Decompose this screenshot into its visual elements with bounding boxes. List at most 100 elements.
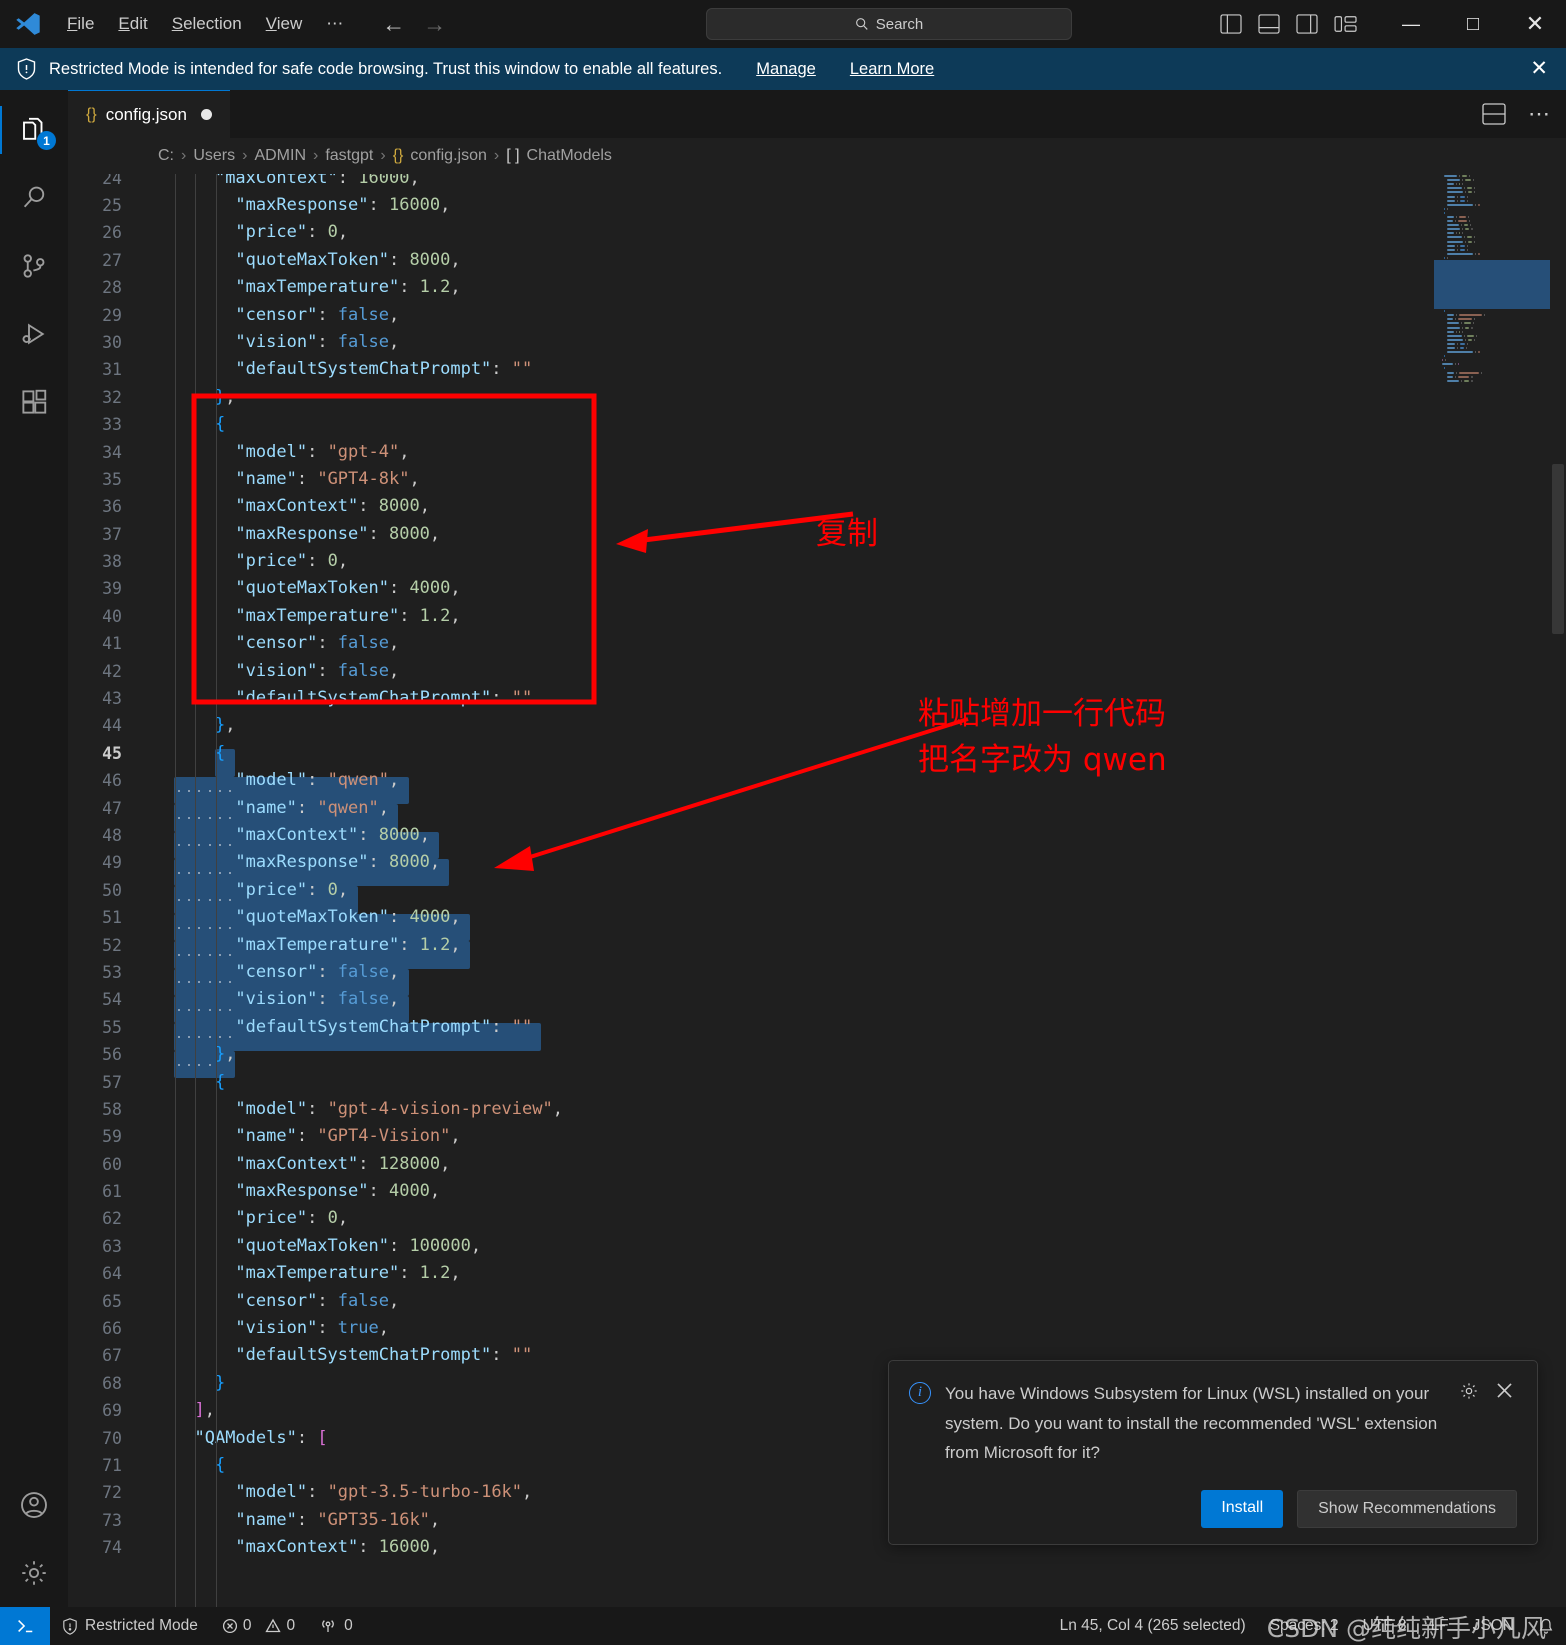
sidebar-item-source-control[interactable] <box>0 232 68 300</box>
code-line[interactable]: 35 "name": "GPT4-8k", <box>68 466 1566 493</box>
gear-icon[interactable] <box>1459 1381 1479 1401</box>
code-line[interactable]: 26 "price": 0, <box>68 219 1566 246</box>
code-line[interactable]: 34 "model": "gpt-4", <box>68 439 1566 466</box>
code-line[interactable]: 50 "price": 0, <box>68 877 1566 904</box>
sidebar-item-explorer[interactable]: 1 <box>0 96 68 164</box>
code-line[interactable]: 55 "defaultSystemChatPrompt": "" <box>68 1014 1566 1041</box>
code-line[interactable]: 43 "defaultSystemChatPrompt": "" <box>68 685 1566 712</box>
code-line[interactable]: 44 }, <box>68 712 1566 739</box>
code-line[interactable]: 49 "maxResponse": 8000, <box>68 849 1566 876</box>
toggle-secondary-sidebar-icon[interactable] <box>1296 14 1318 34</box>
whitespace-dot <box>178 953 180 956</box>
window-maximize-button[interactable]: □ <box>1442 0 1504 48</box>
code-line[interactable]: 46 "model": "qwen", <box>68 767 1566 794</box>
manage-settings-button[interactable] <box>0 1539 68 1607</box>
breadcrumb-item-4[interactable]: config.json <box>410 147 487 165</box>
banner-close-icon[interactable]: ✕ <box>1530 58 1548 79</box>
code-line[interactable]: 61 "maxResponse": 4000, <box>68 1178 1566 1205</box>
close-icon[interactable] <box>1495 1381 1514 1400</box>
split-editor-icon[interactable] <box>1482 103 1506 125</box>
menu-file[interactable]: File <box>56 9 105 39</box>
menu-selection[interactable]: Selection <box>161 9 253 39</box>
editor-scrollbar[interactable] <box>1550 174 1566 1607</box>
code-line[interactable]: 24 "maxContext": 16000, <box>68 174 1566 192</box>
line-content: "maxContext": 128000, <box>235 1153 451 1174</box>
sidebar-item-run-debug[interactable] <box>0 300 68 368</box>
tab-config-json[interactable]: {} config.json <box>68 90 230 138</box>
banner-learn-more-link[interactable]: Learn More <box>850 60 934 79</box>
code-line[interactable]: 57 { <box>68 1069 1566 1096</box>
code-line[interactable]: 63 "quoteMaxToken": 100000, <box>68 1233 1566 1260</box>
breadcrumb-item-2[interactable]: ADMIN <box>254 147 306 165</box>
status-cursor-position[interactable]: Ln 45, Col 4 (265 selected) <box>1048 1607 1258 1645</box>
code-line[interactable]: 32 }, <box>68 384 1566 411</box>
status-problems[interactable]: 0 0 <box>210 1607 307 1645</box>
code-line[interactable]: 27 "quoteMaxToken": 8000, <box>68 247 1566 274</box>
code-line[interactable]: 66 "vision": true, <box>68 1315 1566 1342</box>
show-recommendations-button[interactable]: Show Recommendations <box>1297 1490 1517 1528</box>
code-line[interactable]: 51 "quoteMaxToken": 4000, <box>68 904 1566 931</box>
code-line[interactable]: 64 "maxTemperature": 1.2, <box>68 1260 1566 1287</box>
code-line[interactable]: 47 "name": "qwen", <box>68 795 1566 822</box>
code-line[interactable]: 25 "maxResponse": 16000, <box>68 192 1566 219</box>
scrollbar-thumb[interactable] <box>1552 464 1564 634</box>
breadcrumb-item-5[interactable]: ChatModels <box>527 147 612 165</box>
code-line[interactable]: 28 "maxTemperature": 1.2, <box>68 274 1566 301</box>
code-line[interactable]: 40 "maxTemperature": 1.2, <box>68 603 1566 630</box>
breadcrumb-item-0[interactable]: C: <box>158 147 174 165</box>
code-line[interactable]: 58 "model": "gpt-4-vision-preview", <box>68 1096 1566 1123</box>
code-line[interactable]: 65 "censor": false, <box>68 1288 1566 1315</box>
code-line[interactable]: 54 "vision": false, <box>68 986 1566 1013</box>
accounts-button[interactable] <box>0 1471 68 1539</box>
code-editor[interactable]: 24 "maxContext": 16000, 25 "maxResponse":… <box>68 174 1566 1607</box>
status-restricted-mode[interactable]: Restricted Mode <box>50 1607 210 1645</box>
code-line[interactable]: 41 "censor": false, <box>68 630 1566 657</box>
status-ports[interactable]: 0 <box>307 1607 365 1645</box>
code-line[interactable]: 60 "maxContext": 128000, <box>68 1151 1566 1178</box>
code-line[interactable]: 38 "price": 0, <box>68 548 1566 575</box>
toggle-panel-icon[interactable] <box>1258 14 1280 34</box>
code-line[interactable]: 29 "censor": false, <box>68 302 1566 329</box>
status-encoding[interactable]: UTF-8 <box>1351 1607 1419 1645</box>
code-line[interactable]: 48 "maxContext": 8000, <box>68 822 1566 849</box>
code-line[interactable]: 37 "maxResponse": 8000, <box>68 521 1566 548</box>
install-button[interactable]: Install <box>1201 1490 1284 1528</box>
menu-edit[interactable]: Edit <box>107 9 158 39</box>
code-line[interactable]: 62 "price": 0, <box>68 1205 1566 1232</box>
menu-view[interactable]: View <box>255 9 314 39</box>
code-line[interactable]: 33 { <box>68 411 1566 438</box>
code-line[interactable]: 56 }, <box>68 1041 1566 1068</box>
menu-bar[interactable]: File Edit Selection View ⋯ <box>56 9 354 39</box>
window-minimize-button[interactable]: — <box>1380 0 1442 48</box>
code-line[interactable]: 39 "quoteMaxToken": 4000, <box>68 575 1566 602</box>
menu-more[interactable]: ⋯ <box>315 9 354 39</box>
code-line[interactable]: 45 { <box>68 740 1566 767</box>
code-line[interactable]: 42 "vision": false, <box>68 658 1566 685</box>
sidebar-item-extensions[interactable] <box>0 368 68 436</box>
code-line[interactable]: 31 "defaultSystemChatPrompt": "" <box>68 356 1566 383</box>
breadcrumb-item-1[interactable]: Users <box>193 147 235 165</box>
whitespace-dot <box>218 1036 221 1039</box>
search-input[interactable]: Search <box>706 8 1072 40</box>
banner-manage-link[interactable]: Manage <box>756 60 816 79</box>
status-indentation[interactable]: Spaces: 2 <box>1258 1607 1351 1645</box>
customize-layout-icon[interactable] <box>1334 14 1358 34</box>
code-line[interactable]: 36 "maxContext": 8000, <box>68 493 1566 520</box>
code-line[interactable]: 59 "name": "GPT4-Vision", <box>68 1123 1566 1150</box>
notification-toast[interactable]: i You have Windows Subsystem for Linux (… <box>888 1359 1538 1545</box>
arrow-right-icon[interactable]: → <box>423 12 446 36</box>
sidebar-item-search[interactable] <box>0 164 68 232</box>
line-number: 41 <box>102 634 122 654</box>
code-line[interactable]: 52 "maxTemperature": 1.2, <box>68 932 1566 959</box>
status-notifications-bell[interactable] <box>1526 1607 1566 1645</box>
toggle-primary-sidebar-icon[interactable] <box>1220 14 1242 34</box>
status-language-mode[interactable]: JSON <box>1461 1607 1526 1645</box>
arrow-left-icon[interactable]: ← <box>382 12 405 36</box>
editor-more-actions-icon[interactable]: ⋯ <box>1528 103 1550 125</box>
code-line[interactable]: 53 "censor": false, <box>68 959 1566 986</box>
status-eol[interactable]: LF <box>1419 1607 1461 1645</box>
breadcrumb-item-3[interactable]: fastgpt <box>325 147 373 165</box>
remote-window-button[interactable] <box>0 1607 50 1645</box>
code-line[interactable]: 30 "vision": false, <box>68 329 1566 356</box>
window-close-button[interactable]: ✕ <box>1504 0 1566 48</box>
